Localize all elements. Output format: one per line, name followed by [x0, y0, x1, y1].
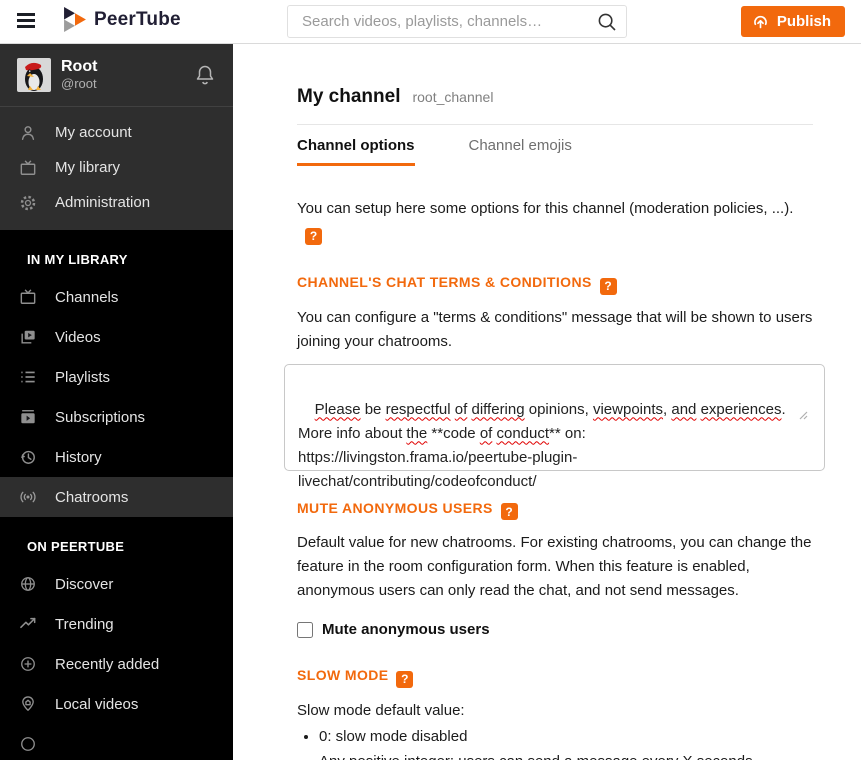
top-bar: PeerTube Publish: [0, 0, 861, 44]
trending-icon: [17, 614, 39, 634]
sidebar-item-my-account[interactable]: My account: [0, 115, 233, 150]
avatar[interactable]: [17, 58, 51, 92]
menu-toggle-button[interactable]: [17, 12, 35, 32]
person-icon: [17, 123, 39, 143]
sidebar-item-my-library[interactable]: My library: [0, 150, 233, 185]
tv-icon: [17, 158, 39, 178]
notifications-bell-icon[interactable]: [191, 60, 219, 90]
sidebar-item-channels[interactable]: Channels: [0, 277, 233, 317]
sidebar-item-discover[interactable]: Discover: [0, 564, 233, 604]
gear-icon: [17, 193, 39, 213]
slow-mode-description: Slow mode default value:: [297, 701, 465, 719]
bullet-item: 0: slow mode disabled: [319, 725, 813, 749]
slow-mode-section-heading: SLOW MODE?: [297, 667, 813, 688]
sidebar-item-videos[interactable]: Videos: [0, 317, 233, 357]
sidebar-item-subscriptions[interactable]: Subscriptions: [0, 397, 233, 437]
terms-description: You can configure a "terms & conditions"…: [297, 308, 813, 350]
user-name: Root: [61, 58, 98, 75]
bullet-item: Any positive integer: users can send a m…: [319, 750, 813, 760]
terms-section-heading: CHANNEL'S CHAT TERMS & CONDITIONS?: [297, 274, 813, 295]
map-pin-home-icon: [17, 694, 39, 714]
sidebar: Root @root My account My library Adminis…: [0, 44, 233, 760]
publish-button[interactable]: Publish: [740, 6, 845, 37]
playlist-icon: [17, 367, 39, 387]
help-icon[interactable]: ?: [500, 503, 518, 520]
user-row[interactable]: Root @root: [0, 44, 233, 107]
sidebar-item-trending[interactable]: Trending: [0, 604, 233, 644]
globe-icon: [17, 574, 39, 594]
subscriptions-icon: [17, 407, 39, 427]
broadcast-icon: [17, 487, 39, 507]
section-title-on-peertube: ON PEERTUBE: [27, 539, 125, 554]
mute-description: Default value for new chatrooms. For exi…: [297, 534, 812, 599]
terms-textarea[interactable]: Please be respectful of differing opinio…: [284, 361, 825, 490]
page-subtitle: root_channel: [412, 89, 494, 105]
sidebar-item-chatrooms[interactable]: Chatrooms: [0, 477, 233, 517]
sidebar-item-history[interactable]: History: [0, 437, 233, 477]
circle-icon: [17, 734, 39, 754]
intro-text: You can setup here some options for this…: [297, 200, 794, 217]
help-icon[interactable]: ?: [305, 227, 322, 245]
mute-section-heading: MUTE ANONYMOUS USERS?: [297, 500, 813, 520]
search-input[interactable]: [287, 5, 627, 38]
main-content: My channel root_channel Channel options …: [233, 44, 861, 760]
tab-channel-emojis[interactable]: Channel emojis: [469, 125, 572, 166]
help-icon[interactable]: ?: [396, 670, 414, 688]
sidebar-item-overflow[interactable]: [0, 724, 233, 760]
sidebar-item-recently-added[interactable]: Recently added: [0, 644, 233, 684]
plus-circle-icon: [17, 654, 39, 674]
peertube-logo-icon: [64, 7, 86, 32]
user-handle: @root: [61, 76, 97, 91]
mute-anonymous-label[interactable]: Mute anonymous users: [322, 621, 490, 638]
peertube-logo-text: PeerTube: [94, 8, 181, 30]
tab-channel-options[interactable]: Channel options: [297, 125, 415, 166]
tv-icon: [17, 287, 39, 307]
upload-icon: [751, 12, 770, 31]
tab-bar: Channel options Channel emojis: [297, 125, 813, 166]
sidebar-item-playlists[interactable]: Playlists: [0, 357, 233, 397]
sidebar-item-local-videos[interactable]: Local videos: [0, 684, 233, 724]
mute-anonymous-checkbox[interactable]: [297, 621, 313, 638]
sidebar-item-administration[interactable]: Administration: [0, 185, 233, 220]
help-icon[interactable]: ?: [599, 277, 617, 295]
resize-grip-icon[interactable]: [797, 361, 822, 468]
search-icon[interactable]: [597, 12, 617, 32]
section-title-in-my-library: IN MY LIBRARY: [27, 252, 128, 267]
peertube-logo[interactable]: PeerTube: [64, 7, 181, 32]
slow-mode-bullets: 0: slow mode disabled Any positive integ…: [297, 725, 813, 760]
history-clock-icon: [17, 447, 39, 467]
page-title: My channel: [297, 86, 401, 107]
videos-icon: [17, 327, 39, 347]
